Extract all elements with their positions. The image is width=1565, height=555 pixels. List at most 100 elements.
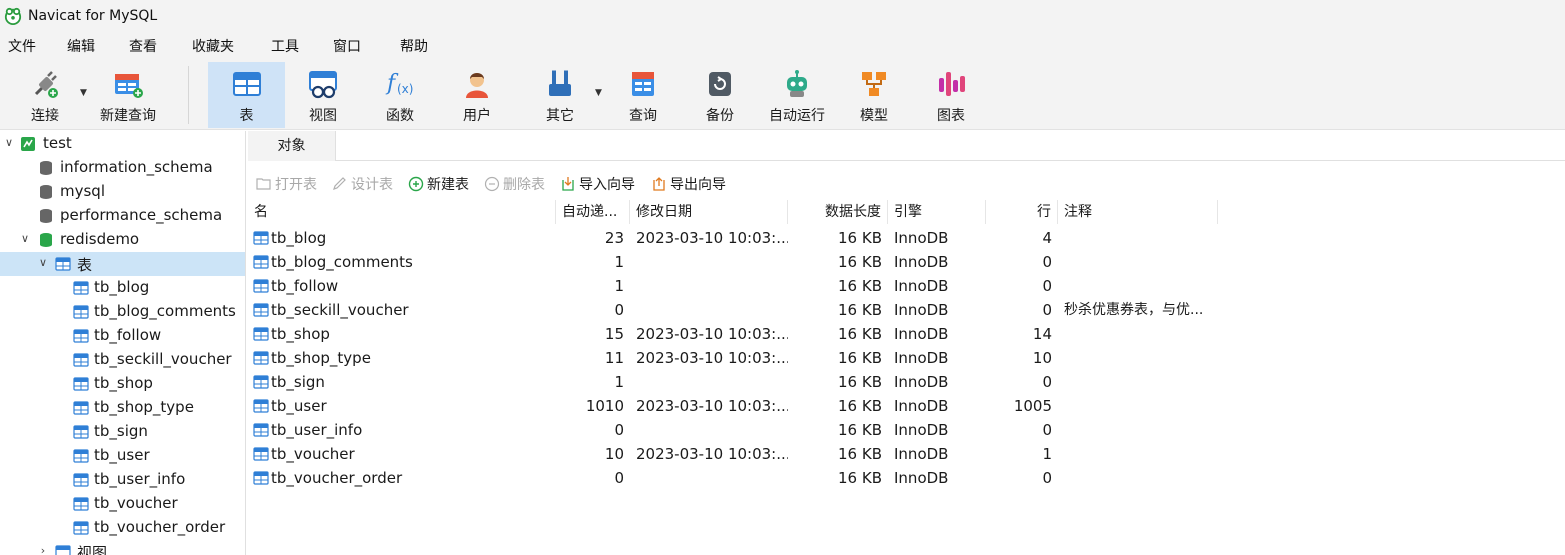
cell-rows: 14 [1032,325,1052,343]
cell-comment: 秒杀优惠券表，与优... [1064,302,1204,318]
connect-button[interactable]: 连接 [12,62,78,128]
tree-table-item[interactable]: tb_voucher_order [0,516,245,540]
import-wizard-button[interactable]: 导入向导 [560,174,635,194]
new-query-button[interactable]: 新建查询 [94,62,162,128]
table-icon [253,423,269,437]
menu-window[interactable]: 窗口 [333,36,361,56]
tab-objects[interactable]: 对象 [248,131,336,161]
tree-table-item[interactable]: tb_shop [0,372,245,396]
table-icon [253,327,269,341]
column-header-modified-date[interactable]: 修改日期 [630,200,788,224]
design-table-button[interactable]: 设计表 [332,174,393,194]
column-header-comment[interactable]: 注释 [1058,200,1218,224]
open-table-button[interactable]: 打开表 [256,174,317,194]
column-header-name[interactable]: 名 [248,200,556,224]
backup-button[interactable]: 备份 [685,62,755,128]
cell-engine: InnoDB [894,469,949,487]
tree-views-node[interactable]: › 视图 [0,540,245,555]
tree-db-redisdemo[interactable]: ∨ redisdemo [0,228,245,252]
view-folder-icon [55,545,71,555]
tree-db-information-schema[interactable]: information_schema [0,156,245,180]
new-table-button[interactable]: 新建表 [408,174,469,194]
chart-icon [939,72,965,96]
table-button[interactable]: 表 [208,62,285,128]
function-button[interactable]: f (x) 函数 [365,62,435,128]
view-button[interactable]: 视图 [288,62,358,128]
tree-table-item[interactable]: tb_voucher [0,492,245,516]
table-row[interactable]: tb_sign 1 16 KB InnoDB 0 [248,370,1565,394]
table-icon [232,72,261,96]
tree-table-item[interactable]: tb_blog_comments [0,300,245,324]
cell-name: tb_sign [248,370,556,394]
tree-connection-test[interactable]: ∨ test [0,132,245,156]
table-row[interactable]: tb_voucher_order 0 16 KB InnoDB 0 [248,466,1565,490]
menu-tools[interactable]: 工具 [271,36,299,56]
delete-table-button[interactable]: 删除表 [484,174,545,194]
column-header-engine[interactable]: 引擎 [888,200,986,224]
cell-data-length: 16 KB [838,325,882,343]
tree-table-item[interactable]: tb_shop_type [0,396,245,420]
automation-label: 自动运行 [769,108,825,124]
query-button[interactable]: 查询 [608,62,678,128]
table-icon [73,353,89,367]
other-button[interactable]: 其它 [525,62,595,128]
export-wizard-label: 导出向导 [670,177,726,193]
tree-table-item[interactable]: tb_user [0,444,245,468]
cell-rows: 10 [1032,349,1052,367]
table-folder-icon [55,257,71,271]
cell-comment [1058,226,1228,250]
chevron-down-icon[interactable]: ∨ [18,232,32,246]
function-label: 函数 [386,108,414,124]
tree-db-mysql[interactable]: mysql [0,180,245,204]
table-row[interactable]: tb_follow 1 16 KB InnoDB 0 [248,274,1565,298]
tree-table-item[interactable]: tb_follow [0,324,245,348]
cell-engine: InnoDB [894,325,949,343]
export-wizard-button[interactable]: 导出向导 [651,174,726,194]
chart-button[interactable]: 图表 [916,62,986,128]
table-row[interactable]: tb_user 1010 2023-03-10 10:03:... 16 KB Inno… [248,394,1565,418]
tree-db-performance-schema[interactable]: performance_schema [0,204,245,228]
menu-help[interactable]: 帮助 [400,36,428,56]
table-row[interactable]: tb_shop_type 11 2023-03-10 10:03:... 16 KB I… [248,346,1565,370]
tree-table-item[interactable]: tb_seckill_voucher [0,348,245,372]
table-row[interactable]: tb_seckill_voucher 0 16 KB InnoDB 0 秒杀优惠券表，与优… [248,298,1565,322]
column-header-auto-increment[interactable]: 自动递... [556,200,630,224]
tab-strip: 对象 [248,131,1565,161]
svg-text:(x): (x) [397,82,413,96]
tree-table-item[interactable]: tb_sign [0,420,245,444]
model-icon [862,72,886,96]
column-header-data-length[interactable]: 数据长度 [788,200,888,224]
user-button[interactable]: 用户 [442,62,512,128]
table-row[interactable]: tb_blog 23 2023-03-10 10:03:... 16 KB InnoDB… [248,226,1565,250]
tree-label: redisdemo [60,230,140,248]
tree-tables-node[interactable]: ∨ 表 [0,252,245,276]
menu-edit[interactable]: 编辑 [67,36,95,56]
menu-file[interactable]: 文件 [8,36,36,56]
table-row[interactable]: tb_shop 15 2023-03-10 10:03:... 16 KB InnoDB… [248,322,1565,346]
table-icon [73,281,89,295]
chevron-down-icon[interactable]: ∨ [36,256,50,270]
connect-dropdown-icon[interactable]: ▼ [80,88,87,98]
chevron-right-icon[interactable]: › [36,544,50,555]
menu-view[interactable]: 查看 [129,36,157,56]
menu-favorites[interactable]: 收藏夹 [192,36,234,56]
object-toolbar: 打开表 设计表 新建表 删除表 导入向导 导出向导 [248,170,1565,198]
chevron-down-icon[interactable]: ∨ [2,136,16,150]
table-row[interactable]: tb_voucher 10 2023-03-10 10:03:... 16 KB Inn… [248,442,1565,466]
new-query-label: 新建查询 [100,108,156,124]
tree-table-item[interactable]: tb_user_info [0,468,245,492]
automation-button[interactable]: 自动运行 [762,62,832,128]
table-row[interactable]: tb_blog_comments 1 16 KB InnoDB 0 [248,250,1565,274]
cell-name-text: tb_seckill_voucher [271,301,409,319]
cell-data-length: 16 KB [838,397,882,415]
model-button[interactable]: 模型 [839,62,909,128]
table-icon [73,449,89,463]
cell-auto-increment: 23 [604,229,624,247]
tree-table-item[interactable]: tb_blog [0,276,245,300]
cell-rows: 0 [1042,421,1052,439]
other-dropdown-icon[interactable]: ▼ [595,88,602,98]
database-icon [40,161,52,175]
import-icon [562,177,574,191]
column-header-rows[interactable]: 行 [986,200,1058,224]
table-row[interactable]: tb_user_info 0 16 KB InnoDB 0 [248,418,1565,442]
